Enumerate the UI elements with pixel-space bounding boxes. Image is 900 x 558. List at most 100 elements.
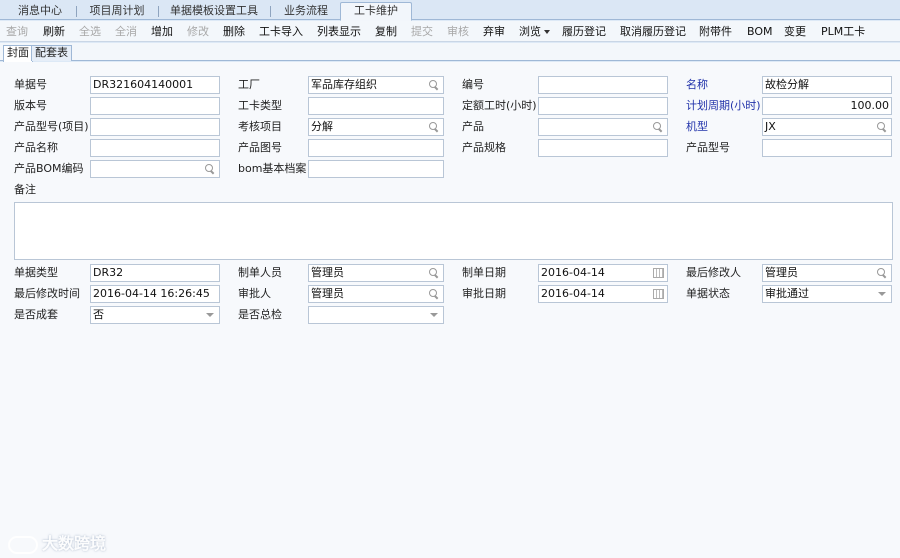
doc-no-field[interactable]: DR321604140001 [90,76,220,94]
is-final-check-label: 是否总检 [238,308,282,321]
plan-period-value: 100.00 [850,99,890,112]
import-card-button[interactable]: 工卡导入 [259,24,303,40]
change-button[interactable]: 变更 [784,24,806,40]
last-modifier-value: 管理员 [765,266,798,279]
assess-item-field[interactable]: 分解 [308,118,444,136]
code-field[interactable] [538,76,668,94]
tab-project-weekly-plan[interactable]: 项目周计划 [84,3,150,20]
version-label: 版本号 [14,99,47,112]
calendar-icon[interactable] [653,289,664,299]
top-tab-bar: 消息中心 项目周计划 单据模板设置工具 业务流程 工卡维护 [0,0,900,21]
name-field[interactable]: 故检分解 [762,76,892,94]
search-icon[interactable] [428,121,440,133]
product-model-field[interactable] [762,139,892,157]
is-complete-set-select[interactable]: 否 [90,306,220,324]
approve-date-field[interactable]: 2016-04-14 [538,285,668,303]
product-bom-field[interactable] [90,160,220,178]
review-button[interactable]: 审核 [447,24,469,40]
toolbar: 查询 刷新 全选 全消 增加 修改 删除 工卡导入 列表显示 复制 提交 审核 … [0,21,900,42]
tab-business-flow[interactable]: 业务流程 [278,3,334,20]
factory-field[interactable]: 军品库存组织 [308,76,444,94]
subtab-kit-table[interactable]: 配套表 [31,45,72,61]
search-icon[interactable] [876,267,888,279]
add-button[interactable]: 增加 [151,24,173,40]
tab-separator [76,6,77,17]
product-name-field[interactable] [90,139,220,157]
browse-label: 浏览 [519,25,541,38]
tab-separator [158,6,159,17]
bom-archive-field[interactable] [308,160,444,178]
cancel-history-register-button[interactable]: 取消履历登记 [620,24,686,40]
list-view-button[interactable]: 列表显示 [317,24,361,40]
quota-hours-field[interactable] [538,97,668,115]
product-drawing-field[interactable] [308,139,444,157]
assess-item-label: 考核项目 [238,120,282,133]
card-type-field[interactable] [308,97,444,115]
product-model-label: 产品型号 [686,141,730,154]
product-field[interactable] [538,118,668,136]
browse-dropdown[interactable]: 浏览 [519,24,550,40]
search-icon[interactable] [876,121,888,133]
version-field[interactable] [90,97,220,115]
watermark-text: 大数跨境 [42,534,107,553]
history-register-button[interactable]: 履历登记 [562,24,606,40]
product-model-item-label: 产品型号(项目) [14,120,89,133]
sub-tab-bar: 封面 配套表 [0,43,900,62]
create-date-label: 制单日期 [462,266,506,279]
assess-item-value: 分解 [311,120,333,133]
plan-period-label: 计划周期(小时) [686,99,761,112]
product-spec-field[interactable] [538,139,668,157]
subtab-cover[interactable]: 封面 [3,45,33,62]
creator-label: 制单人员 [238,266,282,279]
search-icon[interactable] [652,121,664,133]
submit-button[interactable]: 提交 [411,24,433,40]
search-icon[interactable] [428,288,440,300]
tab-template-tool[interactable]: 单据模板设置工具 [166,3,262,20]
is-complete-set-label: 是否成套 [14,308,58,321]
bom-button[interactable]: BOM [747,24,773,40]
bom-archive-label: bom基本档案 [238,162,307,175]
refresh-button[interactable]: 刷新 [43,24,65,40]
copy-button[interactable]: 复制 [375,24,397,40]
create-date-field[interactable]: 2016-04-14 [538,264,668,282]
deselect-all-button[interactable]: 全消 [115,24,137,40]
select-all-button[interactable]: 全选 [79,24,101,40]
product-drawing-label: 产品图号 [238,141,282,154]
approver-label: 审批人 [238,287,271,300]
plm-card-button[interactable]: PLM工卡 [821,24,865,40]
watermark: 大数跨境 [8,530,106,554]
doc-no-label: 单据号 [14,78,47,91]
search-icon[interactable] [204,163,216,175]
is-final-check-select[interactable] [308,306,444,324]
abandon-review-button[interactable]: 弃审 [483,24,505,40]
approve-date-label: 审批日期 [462,287,506,300]
chevron-down-icon[interactable] [876,288,888,300]
query-button[interactable]: 查询 [6,24,28,40]
machine-type-label: 机型 [686,120,708,133]
chevron-down-icon[interactable] [204,309,216,321]
watermark-logo-icon [8,535,38,554]
search-icon[interactable] [428,267,440,279]
delete-button[interactable]: 删除 [223,24,245,40]
approver-field[interactable]: 管理员 [308,285,444,303]
last-modified-time-label: 最后修改时间 [14,287,80,300]
edit-button[interactable]: 修改 [187,24,209,40]
calendar-icon[interactable] [653,268,664,278]
last-modifier-field[interactable]: 管理员 [762,264,892,282]
search-icon[interactable] [428,79,440,91]
chevron-down-icon[interactable] [428,309,440,321]
tab-message-center[interactable]: 消息中心 [10,3,70,20]
tab-work-card-maintenance[interactable]: 工卡维护 [340,2,412,21]
approve-date-value: 2016-04-14 [541,287,605,300]
doc-type-field[interactable]: DR32 [90,264,220,282]
create-date-value: 2016-04-14 [541,266,605,279]
remark-textarea[interactable] [14,202,893,260]
last-modified-time-field[interactable]: 2016-04-14 16:26:45 [90,285,220,303]
plan-period-field[interactable]: 100.00 [762,97,892,115]
creator-field[interactable]: 管理员 [308,264,444,282]
doc-type-label: 单据类型 [14,266,58,279]
attachment-button[interactable]: 附带件 [699,24,732,40]
product-model-item-field[interactable] [90,118,220,136]
doc-status-select[interactable]: 审批通过 [762,285,892,303]
machine-type-field[interactable]: JX [762,118,892,136]
